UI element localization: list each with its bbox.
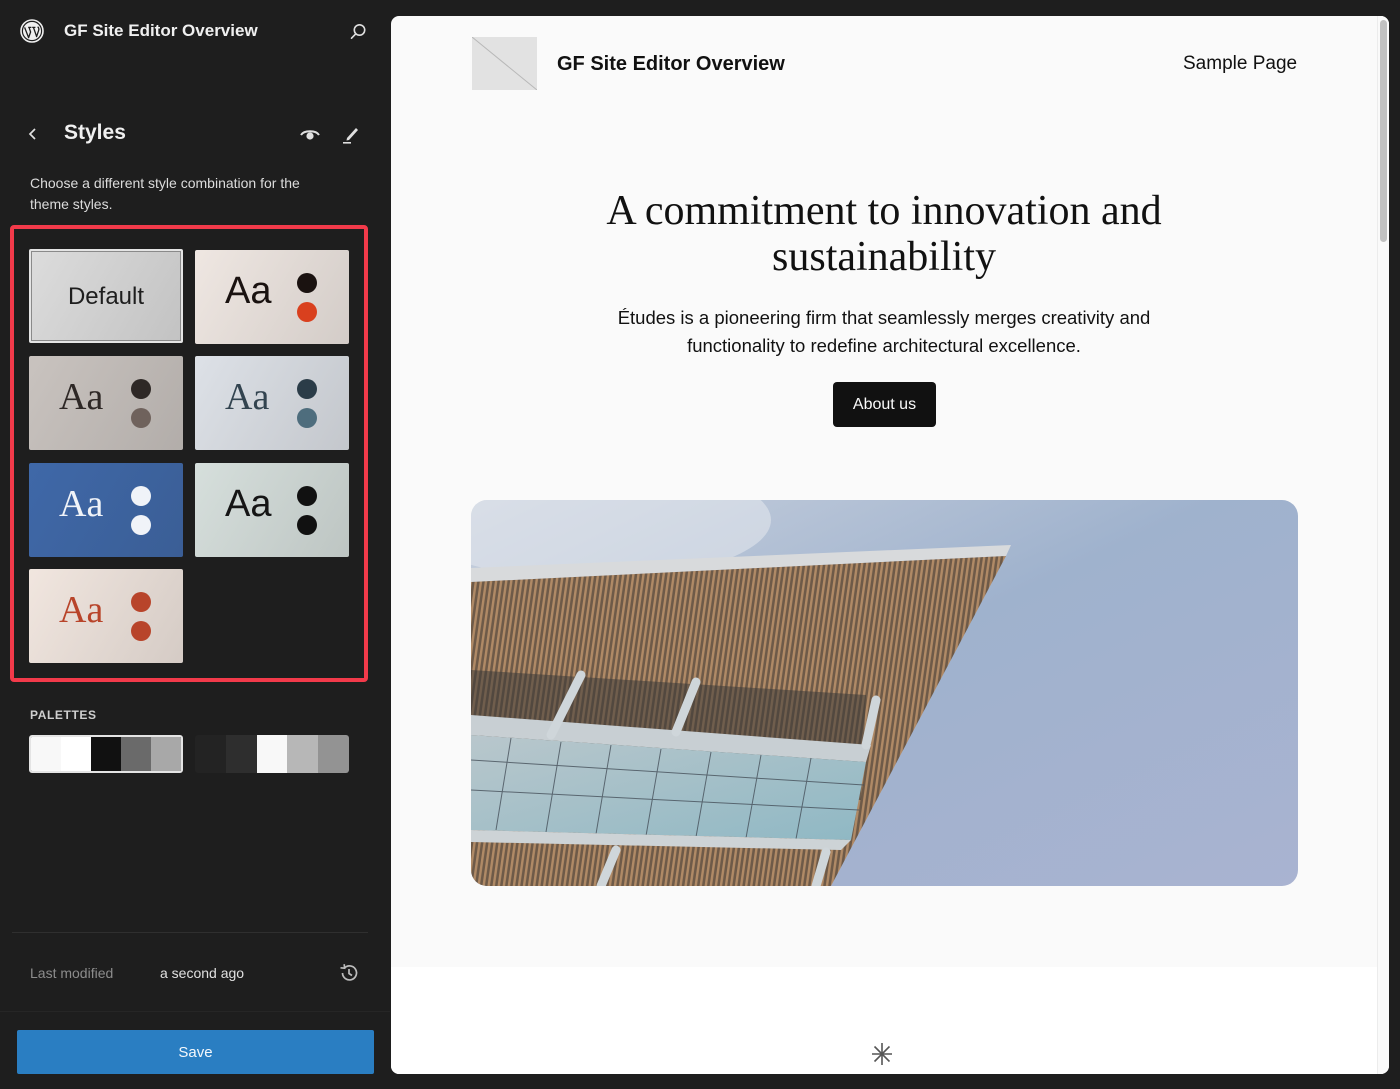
styles-header: Styles xyxy=(0,114,390,154)
palette-swatch xyxy=(318,735,349,773)
color-palette-option[interactable] xyxy=(29,735,183,773)
panel-description: Choose a different style combination for… xyxy=(30,175,300,212)
variation-color-dot xyxy=(297,379,317,399)
hero-text[interactable]: Études is a pioneering firm that seamles… xyxy=(581,304,1187,360)
sidebar: GF Site Editor Overview Styles Choose a … xyxy=(0,0,390,1089)
variation-typography-sample: Aa xyxy=(225,270,272,312)
variation-color-dot xyxy=(297,273,317,293)
variation-color-dot xyxy=(297,302,317,322)
palette-swatch xyxy=(151,737,181,771)
variation-label: Default xyxy=(67,283,145,310)
variation-typography-sample: Aa xyxy=(59,376,104,418)
last-modified-label: Last modified xyxy=(30,965,114,981)
variation-typography-sample: Aa xyxy=(59,483,104,525)
wordpress-logo-icon[interactable] xyxy=(20,19,44,43)
search-icon[interactable] xyxy=(346,20,370,44)
hero-image[interactable] xyxy=(471,500,1298,886)
history-icon[interactable] xyxy=(337,961,361,985)
variation-color-dot xyxy=(297,408,317,428)
eye-icon[interactable] xyxy=(298,123,322,147)
about-us-button[interactable]: About us xyxy=(833,382,936,427)
palette-swatch xyxy=(225,735,257,773)
variation-color-dot xyxy=(297,486,317,506)
nav-link-sample-page[interactable]: Sample Page xyxy=(1183,53,1297,75)
variation-typography-sample: Aa xyxy=(225,483,272,525)
architecture-building-photo xyxy=(471,500,1298,886)
panel-title: Styles xyxy=(64,121,126,144)
hero-heading[interactable]: A commitment to innovation and sustainab… xyxy=(561,188,1207,280)
variation-color-dot xyxy=(131,379,151,399)
palette-swatch xyxy=(31,737,61,771)
variation-typography-sample: Aa xyxy=(225,376,270,418)
palette-swatch xyxy=(195,735,226,773)
style-variation-card[interactable]: Aa xyxy=(195,463,349,557)
pencil-icon[interactable] xyxy=(338,122,362,146)
style-variation-card[interactable]: Default xyxy=(29,249,183,343)
chevron-left-icon[interactable] xyxy=(22,122,42,146)
style-variation-card[interactable]: Aa xyxy=(29,356,183,450)
palettes-label: PALETTES xyxy=(30,708,97,722)
palette-swatch xyxy=(121,737,151,771)
preview-site-title[interactable]: GF Site Editor Overview xyxy=(557,53,785,76)
style-variation-card[interactable]: Aa xyxy=(195,250,349,344)
variation-color-dot xyxy=(297,515,317,535)
asterisk-icon xyxy=(872,1043,892,1065)
variation-typography-sample: Aa xyxy=(59,589,104,631)
site-preview-canvas[interactable]: GF Site Editor Overview Sample Page A co… xyxy=(391,16,1389,1074)
last-modified-value: a second ago xyxy=(160,965,245,981)
placeholder-image-icon xyxy=(472,37,537,90)
variation-color-dot xyxy=(131,408,151,428)
style-variation-card[interactable]: Aa xyxy=(195,356,349,450)
divider xyxy=(12,932,368,933)
site-logo-placeholder[interactable] xyxy=(472,37,537,90)
palette-swatch xyxy=(256,735,288,773)
scrollbar-thumb[interactable] xyxy=(1380,20,1387,242)
variation-color-dot xyxy=(131,592,151,612)
palette-swatch xyxy=(91,737,121,771)
palette-swatch xyxy=(287,735,319,773)
sidebar-topbar: GF Site Editor Overview xyxy=(0,0,390,62)
style-variation-card[interactable]: Aa xyxy=(29,569,183,663)
color-palette-option[interactable] xyxy=(195,735,349,773)
style-variation-card[interactable]: Aa xyxy=(29,463,183,557)
variation-color-dot xyxy=(131,515,151,535)
palette-swatch xyxy=(61,737,91,771)
site-title[interactable]: GF Site Editor Overview xyxy=(64,21,258,41)
variation-color-dot xyxy=(131,486,151,506)
variation-color-dot xyxy=(131,621,151,641)
save-button[interactable]: Save xyxy=(17,1030,374,1074)
divider xyxy=(0,1011,390,1012)
